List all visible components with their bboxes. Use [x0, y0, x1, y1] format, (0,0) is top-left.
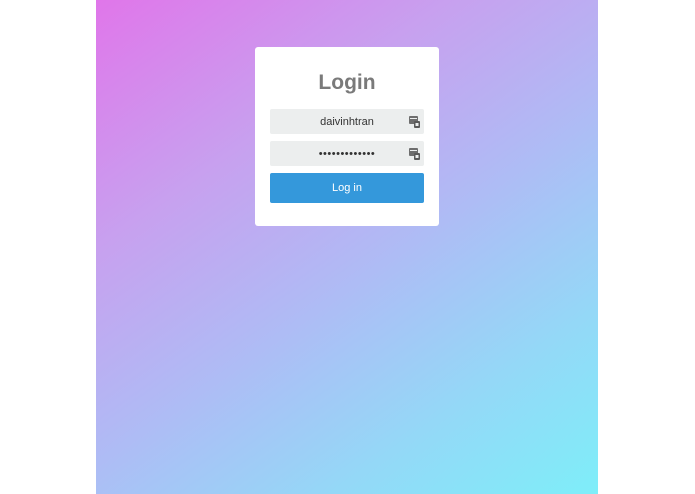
login-title: Login: [318, 71, 376, 94]
autofill-key-icon[interactable]: [409, 147, 420, 160]
password-field: [270, 141, 424, 166]
username-input[interactable]: [270, 109, 424, 134]
login-card: Login L: [255, 47, 439, 226]
login-button[interactable]: Log in: [270, 173, 424, 203]
username-field: [270, 109, 424, 134]
page: Login L: [0, 0, 695, 494]
password-input[interactable]: [270, 141, 424, 166]
autofill-key-icon[interactable]: [409, 115, 420, 128]
